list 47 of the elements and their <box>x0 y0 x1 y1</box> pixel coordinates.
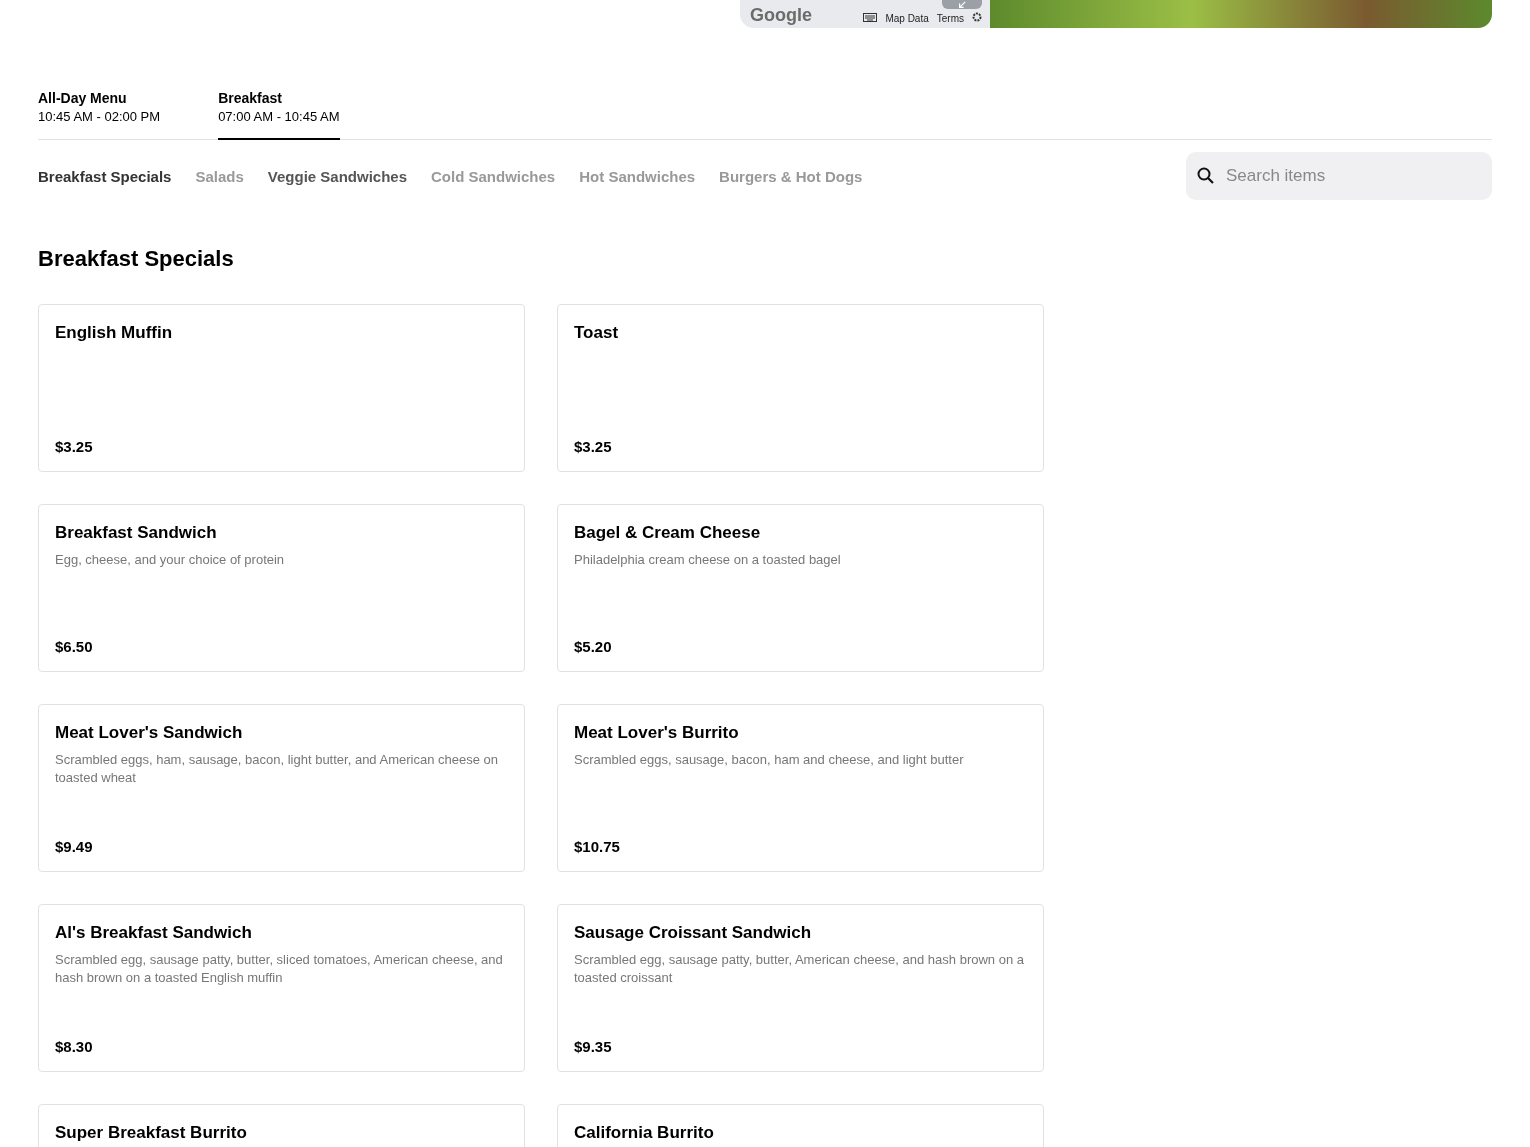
category-tab[interactable]: Breakfast Specials <box>38 167 172 185</box>
menu-item-card[interactable]: Meat Lover's Sandwich Scrambled eggs, ham, sausage, bacon, light butter, and American cheese on toasted wheat $9.49 <box>38 704 525 872</box>
item-price: $8.30 <box>55 1038 94 1055</box>
item-description: Egg, cheese, and your choice of protein <box>55 551 286 569</box>
item-price: $9.49 <box>55 838 94 855</box>
item-price: $3.25 <box>55 438 94 455</box>
item-name: English Muffin <box>55 323 174 343</box>
menu-tab[interactable]: All-Day Menu 10:45 AM - 02:00 PM <box>38 90 161 140</box>
item-description: Scrambled egg, sausage patty, butter, American cheese, and hash brown on a toasted croissant <box>574 951 1025 987</box>
item-name: Meat Lover's Sandwich <box>55 723 244 743</box>
menu-item-card[interactable]: Bagel & Cream Cheese Philadelphia cream cheese on a toasted bagel $5.20 <box>557 504 1044 672</box>
menu-item-card[interactable]: Breakfast Sandwich Egg, cheese, and your choice of protein $6.50 <box>38 504 525 672</box>
section-title: Breakfast Specials <box>38 246 235 272</box>
item-description: Scrambled eggs, ham, sausage, bacon, light butter, and American cheese on toasted wheat <box>55 751 499 787</box>
item-name: Breakfast Sandwich <box>55 523 218 543</box>
map-link[interactable]: Map Data <box>885 13 929 26</box>
menu-item-card[interactable]: Al's Breakfast Sandwich Scrambled egg, sausage patty, butter, sliced tomatoes, American cheese, and hash brown on a toasted English muffin $8.30 <box>38 904 525 1072</box>
map-strip[interactable]: Google Map Data Terms <box>740 0 990 28</box>
item-name: Meat Lover's Burrito <box>574 723 740 743</box>
menu-item-card[interactable]: Sausage Croissant Sandwich Scrambled egg, sausage patty, butter, American cheese, and hash brown on a toasted croissant $9.35 <box>557 904 1044 1072</box>
menu-item-card[interactable]: Meat Lover's Burrito Scrambled eggs, sausage, bacon, ham and cheese, and light butter $10.75 <box>557 704 1044 872</box>
search-field[interactable]: Search items <box>1186 152 1492 200</box>
item-name: Al's Breakfast Sandwich <box>55 923 253 943</box>
map-logo: Google <box>750 5 812 26</box>
item-description: Scrambled egg, sausage patty, butter, sliced tomatoes, American cheese, and hash brown on a toasted English muffin <box>55 951 504 987</box>
item-price: $3.25 <box>574 438 613 455</box>
gear-icon[interactable] <box>972 12 982 22</box>
item-price: $5.20 <box>574 638 613 655</box>
item-name: Bagel & Cream Cheese <box>574 523 762 543</box>
category-tab[interactable]: Veggie Sandwiches <box>267 167 407 185</box>
menu-tab[interactable]: Breakfast 07:00 AM - 10:45 AM <box>218 90 340 140</box>
item-description: Scrambled eggs, sausage, bacon, ham and cheese, and light butter <box>574 751 965 769</box>
arrow-icon <box>958 0 966 9</box>
item-name: Toast <box>574 323 620 343</box>
item-name: Sausage Croissant Sandwich <box>574 923 813 943</box>
menu-item-card[interactable]: English Muffin $3.25 <box>38 304 525 472</box>
menu-item-card[interactable]: Super Breakfast Burrito <box>38 1104 525 1147</box>
item-price: $9.35 <box>574 1038 613 1055</box>
item-description: Philadelphia cream cheese on a toasted bagel <box>574 551 842 569</box>
menu-item-card[interactable]: Toast $3.25 <box>557 304 1044 472</box>
menu-item-card[interactable]: California Burrito <box>557 1104 1044 1147</box>
item-price: $10.75 <box>574 838 621 855</box>
keyboard-icon[interactable] <box>863 13 878 22</box>
item-name: Super Breakfast Burrito <box>55 1123 248 1143</box>
map-link[interactable]: Terms <box>936 13 964 26</box>
item-name: California Burrito <box>574 1123 715 1143</box>
item-price: $6.50 <box>55 638 94 655</box>
